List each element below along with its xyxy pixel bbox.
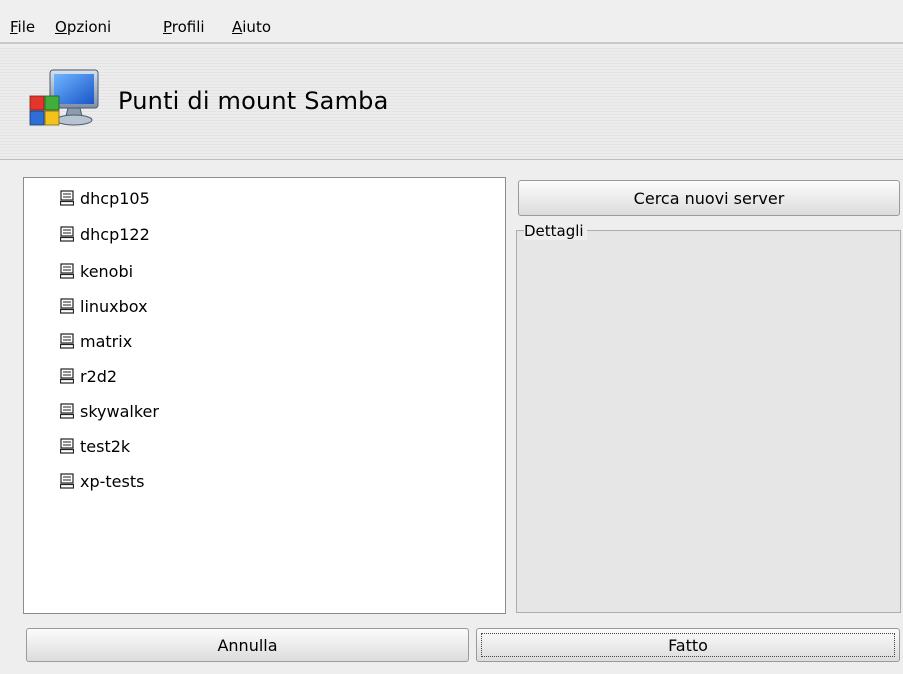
list-item[interactable]: kenobi <box>60 259 133 283</box>
list-item[interactable]: r2d2 <box>60 364 117 388</box>
list-item[interactable]: xp-tests <box>60 469 144 493</box>
server-name: test2k <box>80 436 131 456</box>
list-item[interactable]: matrix <box>60 329 132 353</box>
details-legend: Dettagli <box>524 222 587 240</box>
server-list[interactable]: dhcp105 dhcp122 kenobi linuxbox matrix r… <box>23 177 506 614</box>
server-name: skywalker <box>80 401 159 421</box>
page-title: Punti di mount Samba <box>118 87 389 115</box>
computer-icon <box>60 438 74 454</box>
computer-icon <box>60 263 74 279</box>
list-item[interactable]: test2k <box>60 434 130 458</box>
menu-file[interactable]: File <box>10 17 35 37</box>
menu-profili[interactable]: Profili <box>163 17 205 37</box>
server-name: dhcp105 <box>80 188 150 208</box>
header-banner: Punti di mount Samba <box>0 46 903 160</box>
done-button[interactable]: Fatto <box>476 628 900 662</box>
list-item[interactable]: dhcp105 <box>60 186 150 210</box>
computer-icon <box>60 298 74 314</box>
computer-icon <box>60 333 74 349</box>
menu-aiuto[interactable]: Aiuto <box>232 17 271 37</box>
cancel-button[interactable]: Annulla <box>26 628 469 662</box>
computer-icon <box>60 226 74 242</box>
computer-icon <box>60 403 74 419</box>
network-computer-icon <box>29 69 99 126</box>
computer-icon <box>60 368 74 384</box>
focus-outline <box>481 633 895 657</box>
server-name: matrix <box>80 331 133 351</box>
list-item[interactable]: linuxbox <box>60 294 148 318</box>
list-item[interactable]: skywalker <box>60 399 159 423</box>
server-name: linuxbox <box>80 296 148 316</box>
details-panel: Dettagli <box>516 222 901 613</box>
computer-icon <box>60 473 74 489</box>
list-item[interactable]: dhcp122 <box>60 222 150 246</box>
server-name: xp-tests <box>80 471 145 491</box>
server-name: r2d2 <box>80 366 118 386</box>
menu-bar: File Opzioni Profili Aiuto <box>0 0 903 44</box>
search-servers-button[interactable]: Cerca nuovi server <box>518 180 900 216</box>
computer-icon <box>60 190 74 206</box>
server-name: kenobi <box>80 261 134 281</box>
menu-opzioni[interactable]: Opzioni <box>55 17 111 37</box>
server-name: dhcp122 <box>80 224 150 244</box>
